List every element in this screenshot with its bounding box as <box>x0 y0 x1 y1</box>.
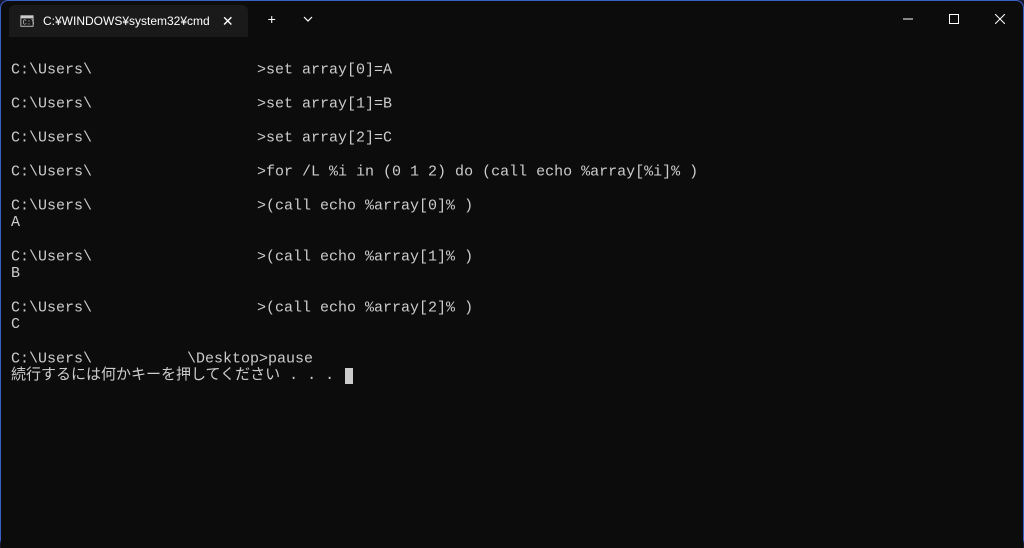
redacted-username <box>92 164 257 179</box>
command-text: set array[2]=C <box>266 129 392 146</box>
terminal-line <box>11 45 1013 62</box>
terminal-tab[interactable]: C:\ C:¥WINDOWS¥system32¥cmd ✕ <box>9 5 248 37</box>
terminal-line <box>11 283 1013 300</box>
terminal-line <box>11 113 1013 130</box>
prompt-suffix: > <box>257 61 266 78</box>
redacted-username <box>92 249 257 264</box>
cursor <box>345 368 353 384</box>
redacted-username <box>92 351 187 366</box>
command-text: for /L %i in (0 1 2) do (call echo %arra… <box>266 163 698 180</box>
prompt-suffix-desktop: \Desktop> <box>187 350 268 367</box>
terminal-line <box>11 334 1013 351</box>
tab-title: C:¥WINDOWS¥system32¥cmd <box>43 14 210 28</box>
terminal-line <box>11 181 1013 198</box>
tab-close-button[interactable]: ✕ <box>218 11 238 31</box>
terminal-line: C:\Users\ >(call echo %array[1]% ) <box>11 249 1013 266</box>
terminal-line: C:\Users\ >(call echo %array[2]% ) <box>11 300 1013 317</box>
prompt-suffix: > <box>257 197 266 214</box>
prompt-prefix: C:\Users\ <box>11 299 92 316</box>
prompt-suffix: > <box>257 95 266 112</box>
terminal-line: C:\Users\ \Desktop>pause <box>11 351 1013 368</box>
terminal-output: C <box>11 317 1013 334</box>
command-text: set array[0]=A <box>266 61 392 78</box>
terminal-line: C:\Users\ >(call echo %array[0]% ) <box>11 198 1013 215</box>
terminal-output: 続行するには何かキーを押してください . . . <box>11 368 1013 385</box>
minimize-button[interactable] <box>885 1 931 37</box>
prompt-suffix: > <box>257 163 266 180</box>
window-controls <box>885 1 1023 37</box>
terminal-output: A <box>11 215 1013 232</box>
prompt-suffix: > <box>257 129 266 146</box>
terminal-line <box>11 79 1013 96</box>
redacted-username <box>92 62 257 77</box>
close-button[interactable] <box>977 1 1023 37</box>
command-text: (call echo %array[1]% ) <box>266 248 473 265</box>
terminal-body[interactable]: C:\Users\>set array[0]=A C:\Users\>set a… <box>1 37 1023 548</box>
prompt-prefix: C:\Users\ <box>11 61 92 78</box>
prompt-prefix: C:\Users\ <box>11 350 92 367</box>
cmd-icon: C:\ <box>19 13 35 29</box>
redacted-username <box>92 198 257 213</box>
new-tab-button[interactable]: + <box>256 3 288 35</box>
command-text: pause <box>268 350 313 367</box>
prompt-suffix: > <box>257 299 266 316</box>
prompt-prefix: C:\Users\ <box>11 197 92 214</box>
terminal-line: C:\Users\ >set array[2]=C <box>11 130 1013 147</box>
terminal-line: C:\Users\ >set array[1]=B <box>11 96 1013 113</box>
titlebar: C:\ C:¥WINDOWS¥system32¥cmd ✕ + <box>1 1 1023 37</box>
redacted-username <box>92 300 257 315</box>
prompt-prefix: C:\Users\ <box>11 248 92 265</box>
terminal-output: B <box>11 266 1013 283</box>
redacted-username <box>92 130 257 145</box>
pause-message: 続行するには何かキーを押してください . . . <box>11 367 343 384</box>
command-text: (call echo %array[0]% ) <box>266 197 473 214</box>
prompt-prefix: C:\Users\ <box>11 95 92 112</box>
prompt-prefix: C:\Users\ <box>11 129 92 146</box>
prompt-suffix: > <box>257 248 266 265</box>
terminal-line: C:\Users\ >set array[0]=A <box>11 62 1013 79</box>
terminal-line <box>11 232 1013 249</box>
redacted-username <box>92 96 257 111</box>
tab-actions: + <box>256 3 324 35</box>
terminal-line: C:\Users\ >for /L %i in (0 1 2) do (call … <box>11 164 1013 181</box>
prompt-prefix: C:\Users\ <box>11 163 92 180</box>
command-text: (call echo %array[2]% ) <box>266 299 473 316</box>
terminal-line <box>11 147 1013 164</box>
maximize-button[interactable] <box>931 1 977 37</box>
tab-dropdown-button[interactable] <box>292 3 324 35</box>
command-text: set array[1]=B <box>266 95 392 112</box>
svg-text:C:\: C:\ <box>23 20 34 28</box>
